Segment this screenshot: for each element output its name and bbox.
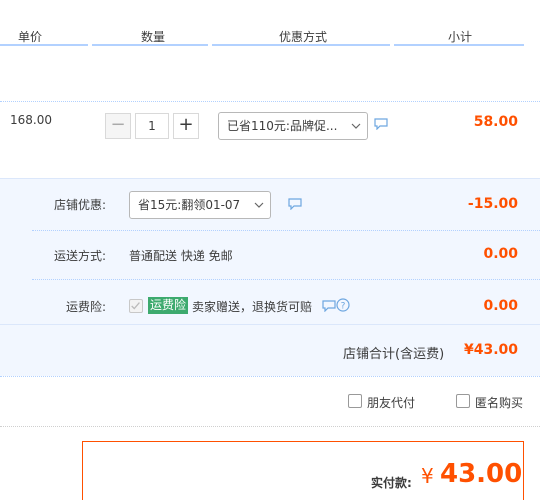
unit-price: 168.00	[10, 113, 52, 127]
divider	[32, 279, 540, 280]
divider	[32, 230, 540, 231]
quantity-increase-button[interactable]: +	[173, 113, 199, 139]
divider	[0, 376, 540, 377]
shipping-amount: 0.00	[483, 246, 518, 262]
item-subtotal: 58.00	[473, 114, 518, 130]
quantity-input[interactable]: 1	[135, 113, 169, 139]
shop-discount-value: 省15元:翻领01-07	[138, 198, 241, 212]
anonymous-checkbox[interactable]	[456, 394, 470, 408]
help-icon[interactable]: ?	[336, 298, 350, 312]
anonymous-label[interactable]: 匿名购买	[475, 394, 523, 411]
friend-pay-checkbox[interactable]	[348, 394, 362, 408]
header-underline	[92, 44, 208, 46]
shop-discount-amount: -15.00	[467, 196, 518, 212]
payment-box: 实付款: ¥ 43.00	[82, 441, 524, 500]
insurance-amount: 0.00	[483, 298, 518, 314]
friend-pay-label[interactable]: 朋友代付	[367, 394, 415, 411]
check-icon	[131, 302, 140, 310]
insurance-tag: 运费险	[148, 297, 189, 314]
shipping-label: 运送方式:	[53, 249, 106, 263]
divider	[0, 324, 540, 325]
header-price: 单价	[18, 30, 43, 44]
message-icon[interactable]	[322, 300, 336, 312]
divider	[0, 426, 540, 427]
chevron-down-icon	[254, 202, 264, 208]
item-promotion-select[interactable]: 已省110元:品牌促...	[218, 112, 368, 140]
message-icon[interactable]	[374, 118, 388, 130]
header-underline	[0, 44, 88, 46]
quantity-decrease-button[interactable]: −	[105, 113, 131, 139]
shop-discount-select[interactable]: 省15元:翻领01-07	[129, 191, 271, 219]
payment-currency: ¥	[421, 464, 434, 488]
header-promotion: 优惠方式	[279, 30, 328, 44]
message-icon[interactable]	[288, 198, 302, 210]
header-subtotal: 小计	[448, 30, 473, 44]
shop-total-amount: ¥43.00	[463, 342, 518, 358]
insurance-checkbox[interactable]	[129, 299, 143, 313]
insurance-description: 卖家赠送，退换货可赔	[192, 300, 313, 314]
item-promotion-value: 已省110元:品牌促...	[227, 119, 338, 133]
insurance-label: 运费险:	[65, 300, 106, 314]
header-quantity: 数量	[141, 30, 166, 44]
header-underline	[212, 44, 390, 46]
shipping-method: 普通配送 快递 免邮	[129, 249, 233, 263]
svg-text:?: ?	[341, 302, 346, 312]
payment-amount: 43.00	[440, 459, 523, 489]
shop-discount-label: 店铺优惠:	[53, 198, 106, 212]
chevron-down-icon	[351, 123, 361, 129]
header-underline	[394, 44, 524, 46]
shop-total-label: 店铺合计(含运费)	[343, 347, 445, 362]
divider	[0, 101, 540, 102]
divider	[0, 178, 540, 179]
payment-label: 实付款:	[371, 476, 412, 490]
